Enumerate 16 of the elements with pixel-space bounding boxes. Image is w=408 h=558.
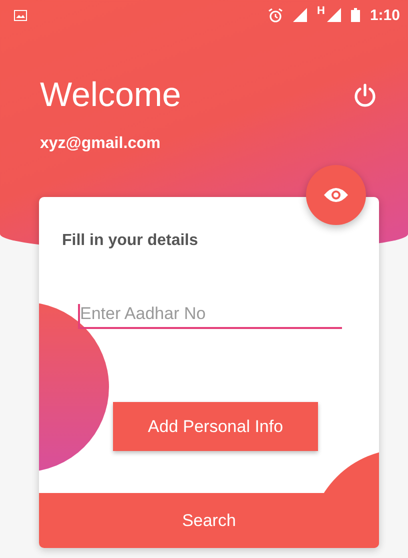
aadhar-input-field[interactable]: Enter Aadhar No bbox=[78, 304, 342, 329]
user-email: xyz@gmail.com bbox=[39, 134, 162, 153]
battery-icon bbox=[350, 8, 360, 22]
clock-time: 1:10 bbox=[370, 6, 400, 24]
view-button[interactable] bbox=[306, 165, 366, 225]
search-button[interactable]: Search bbox=[39, 493, 379, 548]
welcome-title: Welcome bbox=[40, 76, 182, 115]
network-type-label: H bbox=[317, 5, 325, 17]
card-title: Fill in your details bbox=[61, 231, 200, 250]
signal-icon bbox=[293, 8, 308, 22]
signal-icon bbox=[326, 8, 341, 22]
image-icon bbox=[14, 10, 27, 20]
power-icon[interactable] bbox=[352, 82, 378, 108]
eye-icon bbox=[323, 187, 349, 203]
alarm-icon bbox=[268, 8, 284, 22]
add-personal-info-button[interactable]: Add Personal Info bbox=[113, 402, 318, 451]
